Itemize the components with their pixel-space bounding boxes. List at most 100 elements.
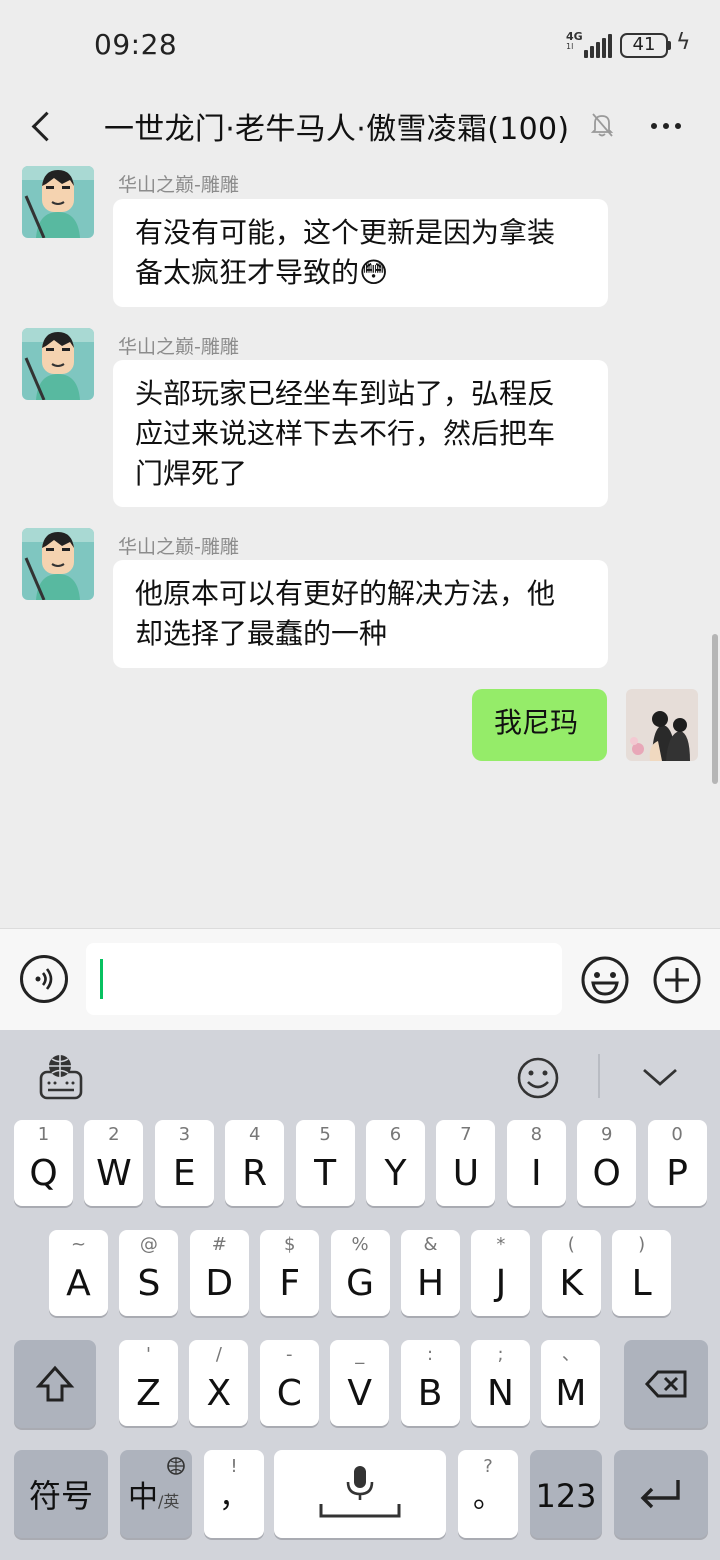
key-v[interactable]: _ V [330,1340,390,1426]
globe-keyboard-icon [39,1055,83,1100]
status-bar: 09:28 4G 1l 41 ϟ [0,0,720,90]
network-sub-label: 1l [566,42,574,51]
hide-keyboard-button[interactable] [640,1062,680,1092]
key-c[interactable]: -C [259,1340,319,1426]
toolbar-divider [598,1054,600,1098]
language-switch-key[interactable]: 中/英 [120,1450,192,1538]
battery-level: 41 [632,34,656,55]
key-sub-label: $ [283,1234,296,1255]
more-functions-button[interactable] [652,955,702,1005]
mute-icon [590,112,614,138]
key-sub-label: * [496,1234,506,1255]
key-x[interactable]: / X [189,1340,249,1426]
microphone-icon [319,1466,401,1518]
message-bubble[interactable]: 有没有可能，这个更新是因为拿装 备太疯狂才导致的😳 [113,199,608,307]
key-h[interactable]: & H [401,1230,460,1316]
self-avatar[interactable] [626,689,698,761]
key-sub-label: 9 [600,1124,613,1145]
key-sub-label: @ [139,1234,158,1255]
key-sub-label: / [215,1344,222,1365]
key-e[interactable]: 3E [154,1120,214,1206]
key-j[interactable]: * J [471,1230,531,1316]
message-bubble[interactable]: 头部玩家已经坐车到站了，弘程反 应过来说这样下去不行，然后把车 门焊死了 [113,360,608,507]
sender-name: 华山之巅-雕雕 [118,336,239,358]
back-button[interactable] [22,104,62,148]
more-options-button[interactable] [648,108,688,144]
message-bubble[interactable]: 他原本可以有更好的解决方法，他 却选择了最蠢的一种 [113,560,608,668]
key-m[interactable]: 、 M [541,1340,601,1426]
key-sub-label: 6 [389,1124,402,1145]
battery-cap [668,41,671,50]
key-l[interactable]: ) L [612,1230,672,1316]
key-y[interactable]: 6Y [366,1120,425,1206]
key-label: Z [136,1373,161,1414]
key-b[interactable]: :B [400,1340,460,1426]
key-n[interactable]: ; N [471,1340,530,1426]
key-g[interactable]: % G [330,1230,390,1316]
sender-name: 华山之巅-雕雕 [118,536,239,558]
network-label: 4G [566,30,583,43]
key-label: L [631,1263,652,1304]
battery-icon: 41 [620,33,668,58]
message-text-line: 有没有可能，这个更新是因为拿装 [135,216,556,249]
key-label: D [205,1263,234,1304]
key-f[interactable]: $ F [260,1230,320,1316]
key-sub-label: 7 [460,1124,472,1145]
key-w[interactable]: 2W [84,1120,144,1206]
avatar[interactable] [22,166,94,238]
key-sub-label: ( [567,1234,575,1255]
key-s[interactable]: @ S [119,1230,179,1316]
message-input[interactable] [86,943,562,1015]
number-key[interactable]: 123 [530,1450,602,1538]
period-key-label: 。 [473,1480,503,1515]
key-label: A [66,1263,91,1304]
space-key[interactable] [274,1450,446,1538]
avatar[interactable] [22,528,94,600]
period-key[interactable]: ? 。 [458,1450,518,1538]
key-label: U [452,1153,480,1194]
key-t[interactable]: 5T [295,1120,355,1206]
key-i[interactable]: 8I [506,1120,566,1206]
chat-scrollbar[interactable] [712,634,718,784]
enter-key[interactable] [614,1450,708,1538]
key-label: X [206,1373,232,1414]
symbols-key-label: 符号 [28,1477,93,1515]
key-k[interactable]: (K [541,1230,601,1316]
key-sub-label: : [427,1344,434,1365]
key-sub-label: ~ [70,1234,87,1255]
number-key-label: 123 [535,1477,597,1515]
emoji-button[interactable] [580,955,630,1005]
avatar[interactable] [22,328,94,400]
keyboard-language-button[interactable] [38,1052,84,1102]
signal-icon [584,34,612,58]
message-bubble-self[interactable]: 我尼玛 [472,689,607,761]
backspace-key[interactable] [624,1340,708,1428]
key-r[interactable]: 4R [225,1120,285,1206]
keyboard-emoji-button[interactable] [516,1056,560,1100]
key-sub-label: 5 [319,1124,331,1145]
comma-key-sub: ! [230,1456,238,1477]
zh-label: 中 [128,1480,158,1515]
key-label: Q [29,1153,58,1194]
key-u[interactable]: 7U [436,1120,496,1206]
symbols-key[interactable]: 符号 [14,1450,108,1538]
key-label: O [592,1153,621,1194]
key-p[interactable]: 0P [647,1120,707,1206]
en-label: /英 [158,1492,180,1511]
shift-key[interactable] [14,1340,96,1428]
keyboard: 符号 中/英 ! ， ? 。 123 1 Q 2 W 3 E 4 R 5 T 6… [0,1030,720,1560]
comma-key[interactable]: ! ， [204,1450,264,1538]
comma-key-label: ， [219,1480,249,1515]
network-type: 4G 1l [566,30,583,52]
key-a[interactable]: ~ A [49,1230,108,1316]
key-q[interactable]: 1Q [14,1120,73,1206]
key-label: M [555,1373,587,1414]
key-sub-label: - [286,1344,293,1365]
key-z[interactable]: ' Z [119,1340,178,1426]
more-icon [651,123,681,129]
key-d[interactable]: # D [189,1230,249,1316]
key-o[interactable]: 9O [577,1120,637,1206]
key-sub-label: _ [355,1344,365,1365]
key-label: C [276,1373,302,1414]
voice-input-button[interactable] [20,955,68,1003]
